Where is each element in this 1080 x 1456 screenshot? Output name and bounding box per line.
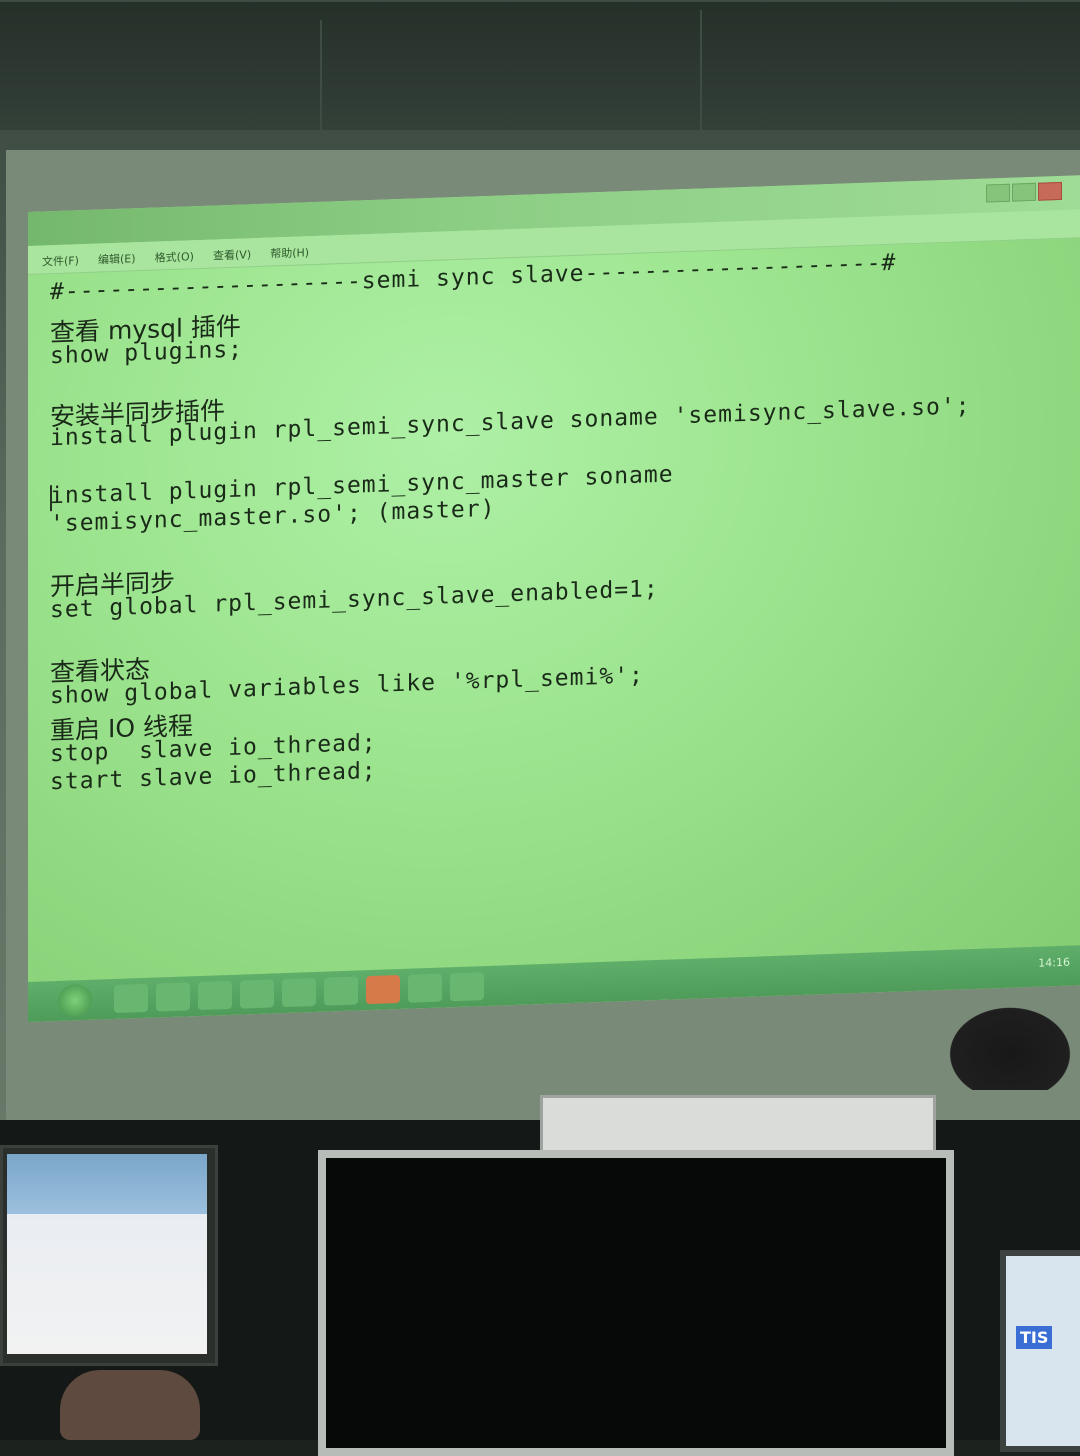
right-monitor-label: TIS (1016, 1326, 1053, 1349)
taskbar-app-icon[interactable] (114, 983, 148, 1013)
taskbar-app-icon[interactable] (282, 977, 316, 1008)
right-monitor: TIS (1000, 1250, 1080, 1452)
minimize-button[interactable] (986, 183, 1010, 203)
ceiling (0, 0, 1080, 150)
editor-line: show plugins; (50, 336, 244, 370)
text-editor[interactable]: #--------------------semi sync slave----… (50, 238, 1060, 973)
ceiling-panel-edge (0, 0, 1080, 2)
maximize-button[interactable] (1012, 182, 1036, 202)
center-monitor (318, 1150, 954, 1456)
menu-file[interactable]: 文件(F) (42, 252, 79, 269)
menu-help[interactable]: 帮助(H) (270, 244, 309, 261)
ceiling-panel-edge (700, 10, 702, 130)
hand-on-mouse (60, 1370, 200, 1440)
taskbar-app-icon[interactable] (366, 975, 400, 1005)
taskbar-app-icon[interactable] (450, 972, 484, 1002)
menu-edit[interactable]: 编辑(E) (98, 250, 136, 267)
menu-view[interactable]: 查看(V) (213, 246, 251, 263)
taskbar-app-icon[interactable] (324, 976, 358, 1006)
taskbar-clock[interactable]: 14:16 (1038, 956, 1070, 970)
taskbar-app-icon[interactable] (156, 982, 190, 1012)
left-monitor (0, 1145, 218, 1366)
taskbar-app-icon[interactable] (198, 980, 232, 1011)
left-monitor-screen (7, 1154, 207, 1354)
taskbar-app-icon[interactable] (240, 979, 274, 1009)
taskbar-app-icon[interactable] (408, 973, 442, 1003)
close-button[interactable] (1038, 181, 1062, 201)
start-button[interactable] (58, 983, 92, 1017)
projected-desktop: 文件(F) 编辑(E) 格式(O) 查看(V) 帮助(H) #---------… (28, 175, 1080, 1022)
ceiling-panel-edge (320, 20, 322, 130)
audience-head (940, 1000, 1080, 1090)
menu-format[interactable]: 格式(O) (155, 248, 194, 265)
